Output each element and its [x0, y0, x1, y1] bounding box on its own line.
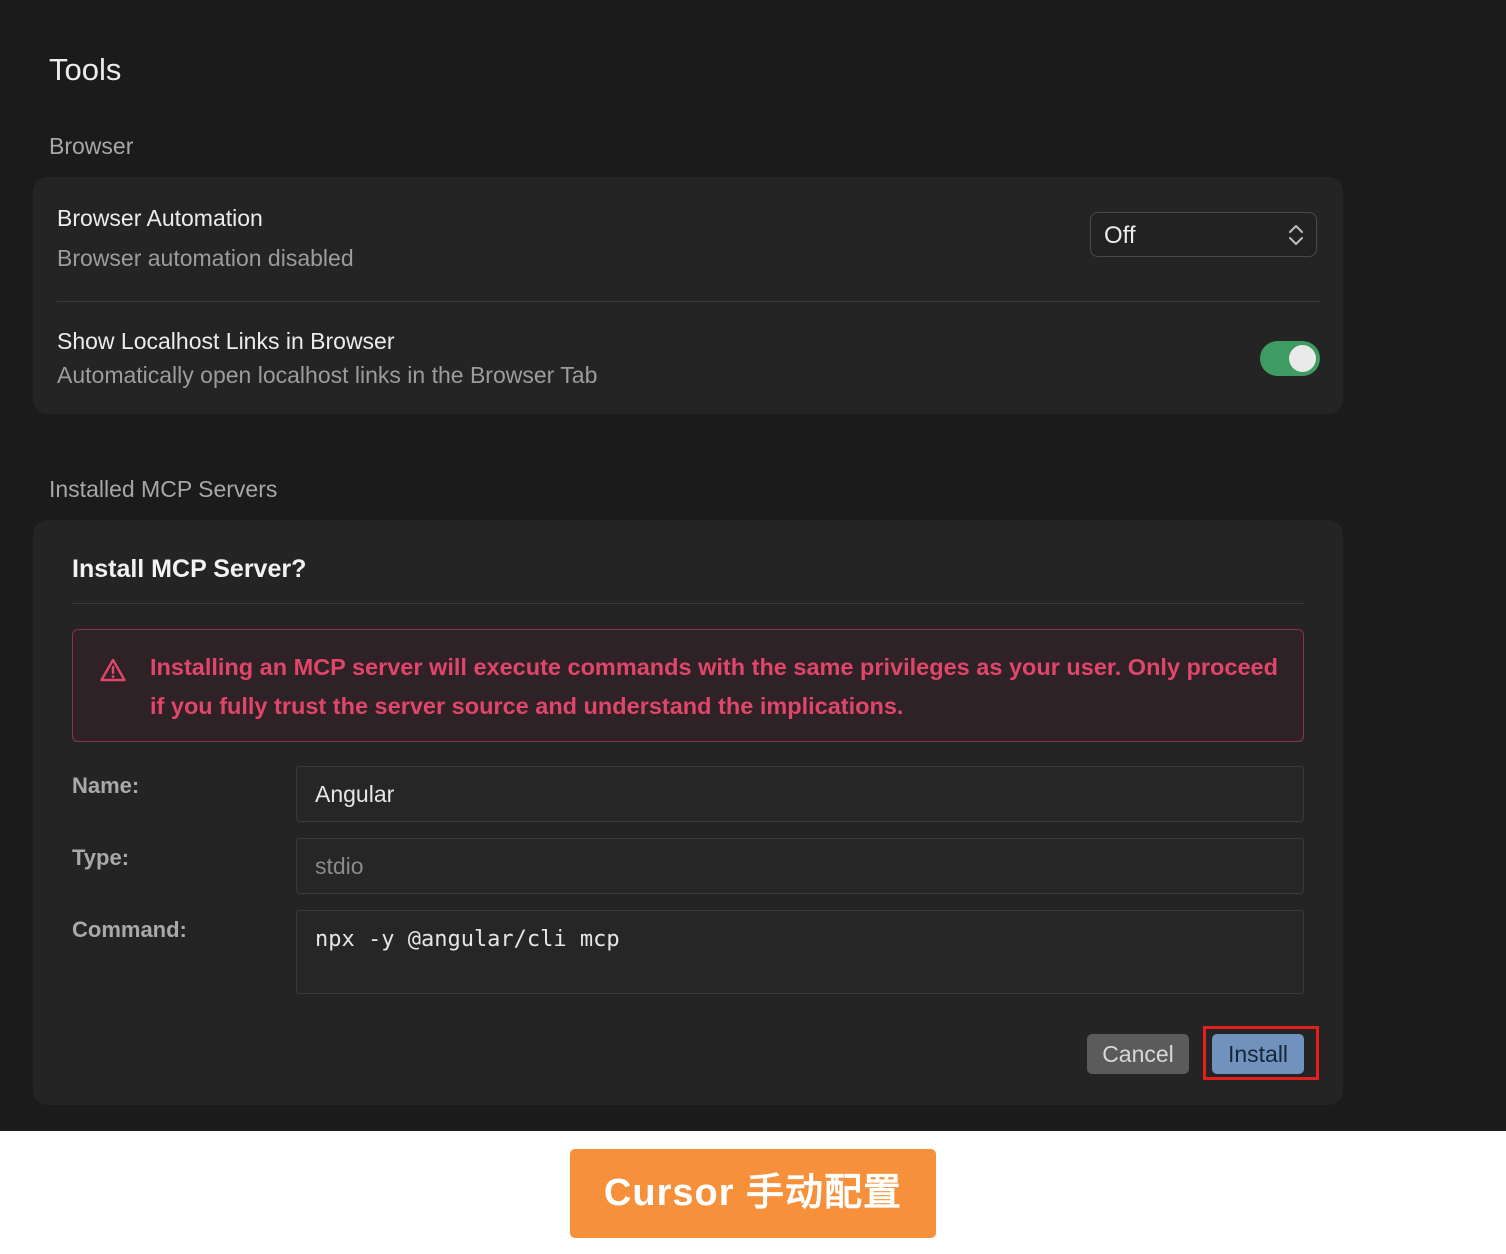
settings-screen: Tools Browser Browser Automation Browser… [0, 0, 1506, 1131]
cancel-button[interactable]: Cancel [1087, 1034, 1189, 1074]
install-button[interactable]: Install [1212, 1034, 1304, 1074]
chevron-up-down-icon [1289, 225, 1303, 245]
mcp-section-label: Installed MCP Servers [49, 476, 278, 502]
localhost-links-title: Show Localhost Links in Browser [57, 328, 395, 354]
name-field[interactable]: Angular [296, 766, 1304, 822]
localhost-links-toggle[interactable] [1260, 341, 1320, 376]
type-field: stdio [296, 838, 1304, 894]
command-field[interactable]: npx -y @angular/cli mcp [296, 910, 1304, 994]
toggle-knob [1289, 345, 1316, 372]
browser-automation-select-value: Off [1104, 222, 1136, 249]
localhost-links-description: Automatically open localhost links in th… [57, 362, 598, 388]
dialog-title: Install MCP Server? [72, 555, 307, 583]
command-label: Command: [72, 917, 187, 942]
name-field-value: Angular [315, 781, 395, 807]
type-label: Type: [72, 845, 130, 870]
caption-text: Cursor 手动配置 [603, 1172, 903, 1214]
warning-triangle-icon [100, 658, 126, 682]
caption-banner: Cursor 手动配置 [570, 1149, 936, 1238]
dialog-divider [72, 603, 1304, 604]
browser-automation-description: Browser automation disabled [57, 245, 354, 271]
row-divider [57, 301, 1320, 302]
browser-automation-select[interactable]: Off [1090, 212, 1317, 257]
browser-section-label: Browser [49, 133, 134, 159]
security-warning-box: Installing an MCP server will execute co… [72, 629, 1304, 742]
type-field-value: stdio [315, 853, 364, 879]
name-label: Name: [72, 773, 140, 798]
install-mcp-dialog: Install MCP Server? Installing an MCP se… [33, 520, 1343, 1105]
browser-settings-card: Browser Automation Browser automation di… [33, 177, 1343, 414]
command-field-value: npx -y @angular/cli mcp [315, 927, 620, 952]
warning-text: Installing an MCP server will execute co… [150, 654, 1278, 719]
page-title: Tools [49, 52, 122, 87]
browser-automation-title: Browser Automation [57, 205, 263, 231]
